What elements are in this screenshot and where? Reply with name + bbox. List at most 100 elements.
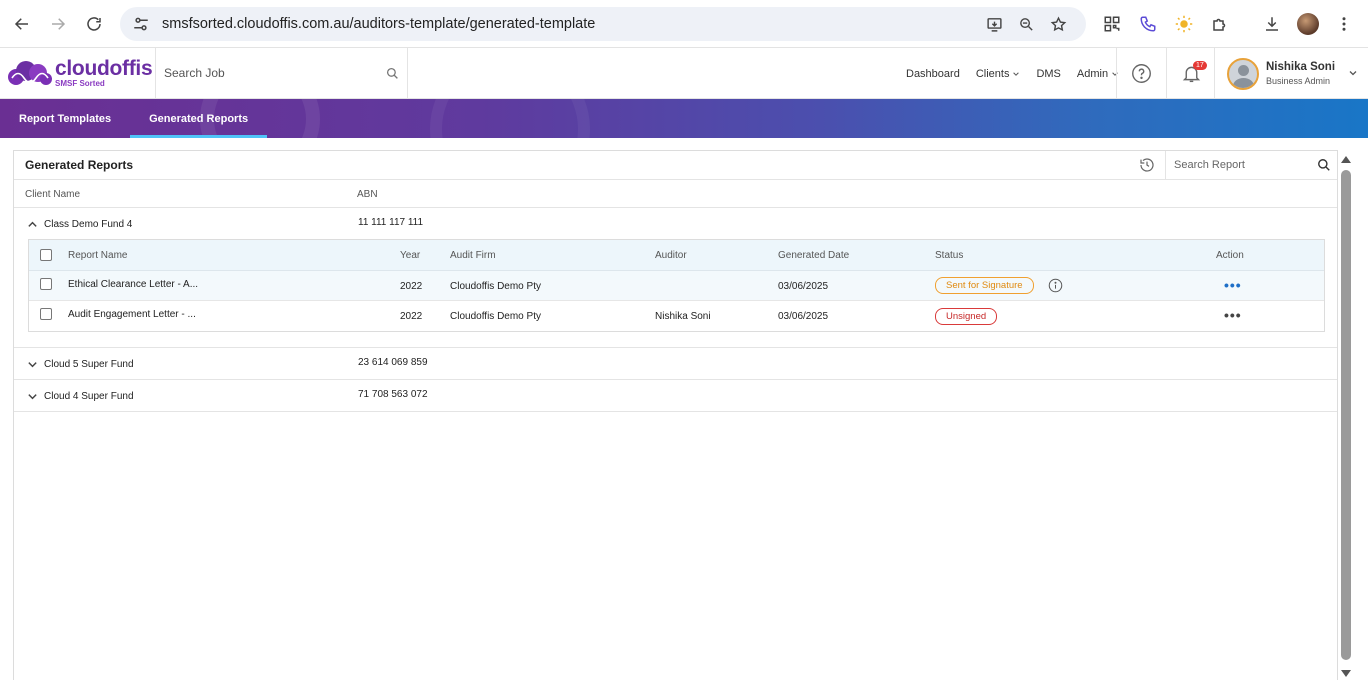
puzzle-icon bbox=[1213, 18, 1226, 31]
tab-generated-reports[interactable]: Generated Reports bbox=[130, 99, 268, 138]
more-horizontal-icon[interactable]: ••• bbox=[1224, 278, 1242, 292]
phone-icon bbox=[1140, 16, 1156, 32]
scroll-down-arrow[interactable] bbox=[1341, 670, 1351, 677]
chevron-up-icon[interactable] bbox=[27, 219, 38, 230]
search-report-box bbox=[1165, 151, 1339, 179]
scroll-up-arrow[interactable] bbox=[1341, 156, 1351, 163]
section-tabs: Report Templates Generated Reports bbox=[0, 99, 1368, 138]
install-icon bbox=[986, 17, 1002, 32]
browser-menu-button[interactable] bbox=[1332, 12, 1356, 36]
table-row[interactable]: Audit Engagement Letter - ... 2022 Cloud… bbox=[29, 301, 1324, 331]
avatar bbox=[1227, 57, 1259, 90]
user-menu[interactable]: Nishika Soni Business Admin bbox=[1214, 48, 1368, 99]
qr-code-icon bbox=[1104, 16, 1120, 32]
search-icon[interactable] bbox=[386, 67, 399, 80]
search-job-input[interactable] bbox=[164, 66, 386, 80]
reports-subtable: Report Name Year Audit Firm Auditor Gene… bbox=[28, 239, 1325, 332]
qr-extension-button[interactable] bbox=[1100, 12, 1124, 36]
client-abn: 71 708 563 072 bbox=[358, 389, 428, 400]
sun-extension-button[interactable] bbox=[1172, 12, 1196, 36]
brand-subtitle: SMSF Sorted bbox=[55, 79, 105, 88]
history-icon[interactable] bbox=[1139, 157, 1155, 173]
url-text[interactable]: smsfsorted.cloudoffis.com.au/auditors-te… bbox=[162, 16, 978, 32]
zoom-button[interactable] bbox=[1010, 12, 1042, 36]
chevron-down-icon[interactable] bbox=[27, 359, 38, 370]
notification-badge: 17 bbox=[1193, 61, 1207, 70]
top-nav: Dashboard Clients DMS Admin bbox=[906, 48, 1135, 99]
table-row[interactable]: Ethical Clearance Letter - A... 2022 Clo… bbox=[29, 271, 1324, 301]
address-bar[interactable]: smsfsorted.cloudoffis.com.au/auditors-te… bbox=[120, 7, 1086, 41]
col-status[interactable]: Status bbox=[935, 250, 963, 261]
client-name[interactable]: Cloud 4 Super Fund bbox=[44, 391, 134, 402]
nav-clients-label: Clients bbox=[975, 67, 1010, 80]
col-audit-firm[interactable]: Audit Firm bbox=[450, 250, 496, 261]
nav-clients[interactable]: Clients bbox=[976, 68, 1021, 80]
download-icon bbox=[1266, 17, 1278, 31]
row-checkbox[interactable] bbox=[40, 308, 52, 320]
forward-button[interactable] bbox=[40, 6, 76, 42]
phone-extension-button[interactable] bbox=[1136, 12, 1160, 36]
generated-reports-panel: Generated Reports Client Name ABN Class … bbox=[13, 150, 1338, 680]
nav-dashboard[interactable]: Dashboard bbox=[906, 68, 960, 80]
report-auditor: Nishika Soni bbox=[655, 311, 711, 322]
arrow-right-icon bbox=[52, 18, 66, 30]
col-generated-date[interactable]: Generated Date bbox=[778, 250, 849, 261]
client-row[interactable]: Cloud 4 Super Fund 71 708 563 072 bbox=[14, 380, 1337, 412]
extensions-button[interactable] bbox=[1208, 12, 1232, 36]
bookmark-button[interactable] bbox=[1042, 12, 1074, 36]
sun-icon bbox=[1175, 15, 1193, 33]
back-button[interactable] bbox=[4, 6, 40, 42]
browser-toolbar: smsfsorted.cloudoffis.com.au/auditors-te… bbox=[0, 0, 1368, 48]
nav-admin[interactable]: Admin bbox=[1077, 68, 1119, 80]
help-icon bbox=[1132, 64, 1151, 83]
client-abn: 23 614 069 859 bbox=[358, 357, 428, 368]
downloads-button[interactable] bbox=[1260, 12, 1284, 36]
info-icon[interactable] bbox=[1048, 278, 1063, 293]
tabbar-decoration bbox=[430, 99, 590, 138]
status-badge: Sent for Signature bbox=[935, 277, 1034, 294]
chevron-down-icon[interactable] bbox=[27, 391, 38, 402]
site-settings-icon[interactable] bbox=[132, 15, 150, 33]
report-name[interactable]: Ethical Clearance Letter - A... bbox=[68, 279, 198, 290]
select-all-checkbox[interactable] bbox=[40, 249, 52, 261]
tab-report-templates[interactable]: Report Templates bbox=[0, 99, 130, 138]
col-action: Action bbox=[1216, 250, 1244, 261]
row-checkbox[interactable] bbox=[40, 278, 52, 290]
col-auditor[interactable]: Auditor bbox=[655, 250, 687, 261]
nav-dms[interactable]: DMS bbox=[1036, 68, 1060, 80]
panel-header: Generated Reports bbox=[14, 151, 1337, 180]
more-vertical-icon bbox=[1342, 17, 1346, 31]
scroll-thumb[interactable] bbox=[1341, 170, 1351, 660]
profile-avatar bbox=[1297, 13, 1319, 35]
notifications-button[interactable]: 17 bbox=[1166, 48, 1216, 99]
star-icon bbox=[1050, 15, 1066, 31]
client-row[interactable]: Cloud 5 Super Fund 23 614 069 859 bbox=[14, 348, 1337, 380]
table-header: Client Name ABN bbox=[14, 180, 1337, 208]
chevron-down-icon[interactable] bbox=[1348, 68, 1358, 78]
report-generated-date: 03/06/2025 bbox=[778, 311, 829, 322]
col-year[interactable]: Year bbox=[400, 250, 420, 261]
report-year: 2022 bbox=[400, 311, 423, 322]
logo[interactable]: cloudoffis SMSF Sorted bbox=[0, 47, 156, 99]
report-name[interactable]: Audit Engagement Letter - ... bbox=[68, 309, 196, 320]
col-abn[interactable]: ABN bbox=[357, 189, 378, 200]
col-client-name[interactable]: Client Name bbox=[25, 189, 80, 200]
help-button[interactable] bbox=[1116, 48, 1166, 99]
more-horizontal-icon[interactable]: ••• bbox=[1224, 308, 1242, 322]
reload-button[interactable] bbox=[76, 6, 112, 42]
report-audit-firm: Cloudoffis Demo Pty bbox=[450, 281, 541, 292]
client-name[interactable]: Cloud 5 Super Fund bbox=[44, 359, 134, 370]
install-app-button[interactable] bbox=[978, 12, 1010, 36]
report-year: 2022 bbox=[400, 281, 423, 292]
profile-button[interactable] bbox=[1296, 12, 1320, 36]
scrollbar[interactable] bbox=[1339, 153, 1353, 680]
zoom-out-icon bbox=[1019, 17, 1033, 31]
client-name[interactable]: Class Demo Fund 4 bbox=[44, 219, 132, 230]
search-icon[interactable] bbox=[1317, 158, 1331, 172]
status-badge: Unsigned bbox=[935, 308, 998, 325]
search-report-input[interactable] bbox=[1174, 159, 1314, 171]
arrow-left-icon bbox=[14, 18, 28, 30]
user-name: Nishika Soni bbox=[1266, 61, 1336, 73]
brand-name: cloudoffis bbox=[55, 57, 153, 80]
col-report-name[interactable]: Report Name bbox=[68, 250, 127, 261]
